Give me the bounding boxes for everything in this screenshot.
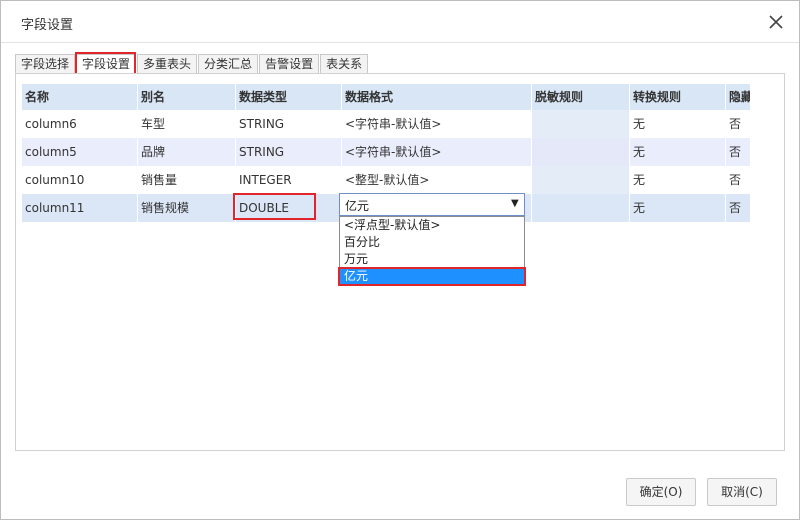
dropdown-arrow-icon[interactable]: ▼ xyxy=(511,198,519,209)
tab-bar: 字段选择 字段设置 多重表头 分类汇总 告警设置 表关系 xyxy=(15,54,369,74)
dialog-title: 字段设置 xyxy=(21,18,74,33)
header-hidden: 隐藏 xyxy=(729,90,750,104)
cell-mask-rule[interactable] xyxy=(532,166,630,194)
tab-table-relations[interactable]: 表关系 xyxy=(320,54,369,74)
cell-data-type: STRING xyxy=(236,110,342,138)
tab-multi-header[interactable]: 多重表头 xyxy=(137,54,198,74)
format-option-percent[interactable]: 百分比 xyxy=(340,234,524,251)
cell-name: column10 xyxy=(22,166,138,194)
cell-data-format[interactable]: <整型-默认值> xyxy=(342,166,532,194)
data-format-dropdown: <浮点型-默认值> 百分比 万元 亿元 xyxy=(339,216,525,286)
cell-data-type: DOUBLE xyxy=(236,194,342,222)
close-icon[interactable] xyxy=(767,13,785,31)
cell-alias[interactable]: 销售规模 xyxy=(138,194,236,222)
header-mask-rule: 脱敏规则 xyxy=(532,84,630,110)
tab-field-settings[interactable]: 字段设置 xyxy=(76,54,137,74)
cell-convert-rule[interactable]: 无 xyxy=(630,194,726,222)
cell-data-type: STRING xyxy=(236,138,342,166)
format-option-float-default[interactable]: <浮点型-默认值> xyxy=(340,217,524,234)
data-format-select[interactable]: 亿元 ▼ xyxy=(339,193,525,216)
cell-data-format[interactable]: <字符串-默认值> xyxy=(342,110,532,138)
data-format-select-value: 亿元 xyxy=(345,199,370,213)
tab-alert-settings[interactable]: 告警设置 xyxy=(259,54,320,74)
cell-data-type: INTEGER xyxy=(236,166,342,194)
format-option-ten-thousand[interactable]: 万元 xyxy=(340,251,524,268)
cell-alias[interactable]: 销售量 xyxy=(138,166,236,194)
cell-name: column11 xyxy=(22,194,138,222)
tab-group-summary[interactable]: 分类汇总 xyxy=(198,54,259,74)
ok-button[interactable]: 确定(O) xyxy=(626,478,696,506)
cell-hidden[interactable]: 否 xyxy=(726,138,750,166)
cell-hidden[interactable]: 否 xyxy=(726,166,750,194)
header-convert-rule: 转换规则 xyxy=(630,84,726,110)
cell-mask-rule[interactable] xyxy=(532,138,630,166)
cell-mask-rule[interactable] xyxy=(532,194,630,222)
cell-hidden[interactable]: 否 xyxy=(726,194,750,222)
format-option-hundred-million[interactable]: 亿元 xyxy=(340,268,524,285)
header-data-format: 数据格式 xyxy=(342,84,532,110)
cell-convert-rule[interactable]: 无 xyxy=(630,110,726,138)
header-alias: 别名 xyxy=(138,84,236,110)
header-name: 名称 xyxy=(22,84,138,110)
tab-field-select[interactable]: 字段选择 xyxy=(15,54,76,74)
cell-mask-rule[interactable] xyxy=(532,110,630,138)
cell-data-format[interactable]: <字符串-默认值> xyxy=(342,138,532,166)
header-data-type: 数据类型 xyxy=(236,84,342,110)
table-row[interactable]: column6 车型 STRING <字符串-默认值> 无 否 xyxy=(22,110,750,138)
dialog-titlebar: 字段设置 xyxy=(1,1,799,43)
cell-convert-rule[interactable]: 无 xyxy=(630,166,726,194)
cell-alias[interactable]: 车型 xyxy=(138,110,236,138)
cell-name: column6 xyxy=(22,110,138,138)
cancel-button[interactable]: 取消(C) xyxy=(707,478,777,506)
cell-name: column5 xyxy=(22,138,138,166)
table-row[interactable]: column5 品牌 STRING <字符串-默认值> 无 否 xyxy=(22,138,750,166)
cell-convert-rule[interactable]: 无 xyxy=(630,138,726,166)
cell-hidden[interactable]: 否 xyxy=(726,110,750,138)
table-header-row: 名称 别名 数据类型 数据格式 脱敏规则 转换规则 隐藏 xyxy=(22,84,750,110)
cell-alias[interactable]: 品牌 xyxy=(138,138,236,166)
table-row[interactable]: column10 销售量 INTEGER <整型-默认值> 无 否 xyxy=(22,166,750,194)
